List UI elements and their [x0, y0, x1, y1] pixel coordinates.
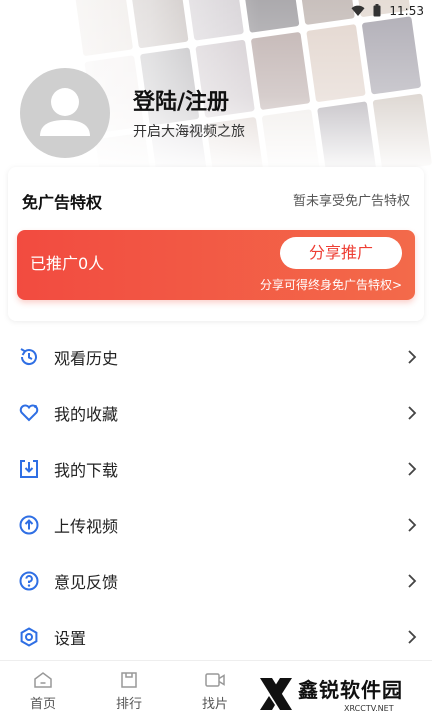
question-icon [18, 570, 40, 592]
chevron-right-icon [408, 406, 417, 420]
wifi-icon [351, 2, 365, 21]
video-search-icon [205, 673, 225, 687]
nav-label: 找片 [201, 697, 228, 712]
promo-note-link[interactable]: 分享可得终身免广告特权> [260, 276, 402, 293]
menu-item-downloads[interactable]: 我的下载 [0, 441, 432, 497]
chevron-right-icon [408, 350, 417, 364]
status-bar: 11:53 [0, 0, 432, 22]
clock: 11:53 [389, 4, 424, 18]
home-icon [34, 672, 52, 688]
battery-icon [373, 2, 381, 21]
menu-item-upload[interactable]: 上传视频 [0, 497, 432, 553]
ad-free-status: 暂未享受免广告特权 [292, 194, 410, 209]
menu-item-label: 上传视频 [54, 517, 119, 536]
menu-item-feedback[interactable]: 意见反馈 [0, 553, 432, 609]
menu-item-label: 设置 [54, 629, 87, 648]
promo-banner[interactable]: 已推广0人 分享推广 分享可得终身免广告特权> [17, 230, 415, 300]
nav-find-video[interactable]: 找片 [185, 671, 245, 712]
heart-icon [18, 402, 40, 424]
avatar[interactable] [20, 68, 110, 158]
chevron-right-icon [408, 518, 417, 532]
watermark-text: 鑫锐软件园 [298, 678, 403, 702]
ranking-icon [121, 672, 137, 688]
nav-label: 排行 [115, 697, 142, 712]
user-subtitle: 开启大海视频之旅 [133, 124, 245, 140]
chevron-right-icon [408, 630, 417, 644]
menu-item-label: 观看历史 [54, 349, 119, 368]
ad-free-card: 免广告特权 暂未享受免广告特权 已推广0人 分享推广 分享可得终身免广告特权> [8, 167, 424, 321]
nav-label: 首页 [29, 697, 56, 712]
login-register-link[interactable]: 登陆/注册 [133, 84, 229, 116]
menu-item-label: 意见反馈 [54, 573, 119, 592]
menu-item-favorites[interactable]: 我的收藏 [0, 385, 432, 441]
watermark: 鑫锐软件园 XRCCTV.NET [254, 670, 432, 718]
menu-item-label: 我的下载 [54, 461, 119, 480]
menu-item-history[interactable]: 观看历史 [0, 329, 432, 385]
share-promote-button[interactable]: 分享推广 [280, 237, 402, 269]
menu-list: 观看历史 我的收藏 我的下载 上传视频 意见反馈 设置 [0, 329, 432, 665]
ad-free-title: 免广告特权 [22, 193, 103, 212]
nav-home[interactable]: 首页 [13, 671, 73, 712]
menu-item-label: 我的收藏 [54, 405, 119, 424]
user-silhouette-icon [40, 88, 90, 136]
promo-count: 已推广0人 [30, 254, 105, 273]
chevron-right-icon [408, 574, 417, 588]
upload-icon [18, 514, 40, 536]
watermark-logo-icon [260, 678, 292, 710]
watermark-subtext: XRCCTV.NET [344, 704, 394, 713]
chevron-right-icon [408, 462, 417, 476]
menu-item-settings[interactable]: 设置 [0, 609, 432, 665]
download-icon [18, 458, 40, 480]
nav-ranking[interactable]: 排行 [99, 671, 159, 712]
history-icon [18, 346, 40, 368]
settings-icon [18, 626, 40, 648]
